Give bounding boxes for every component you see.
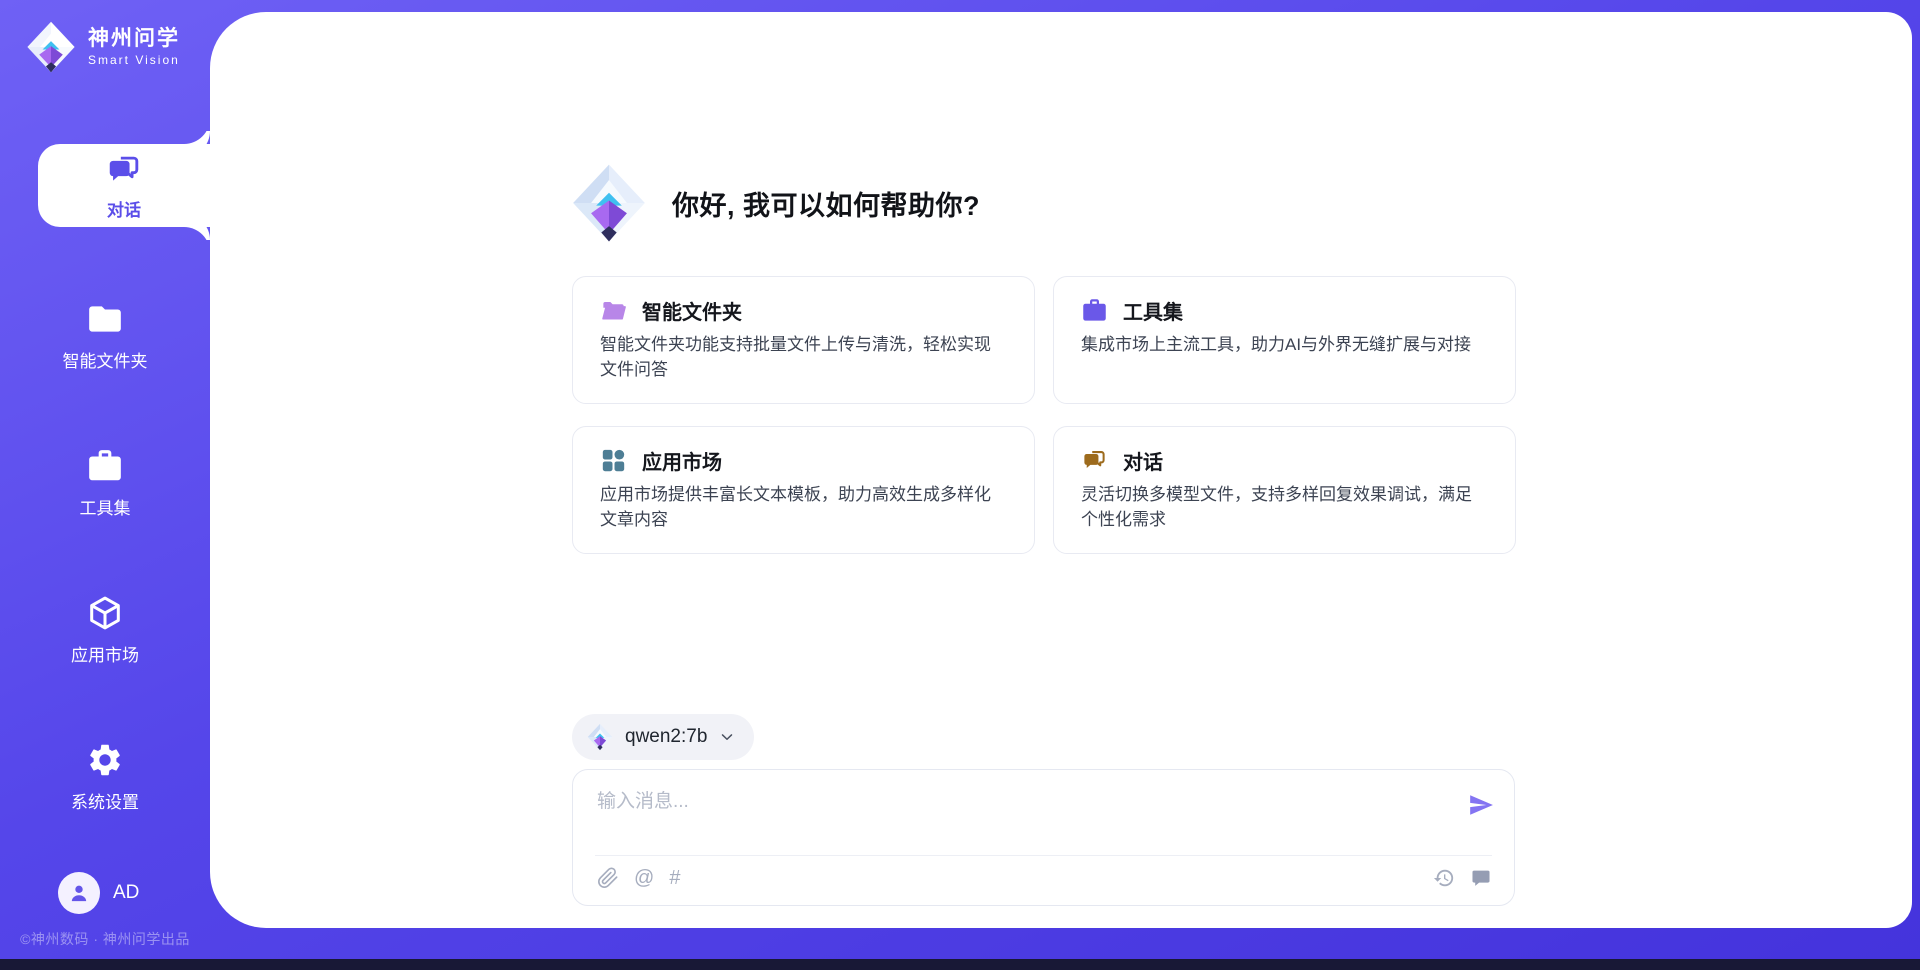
sidebar-item-smart-folder[interactable]: 智能文件夹 bbox=[0, 298, 210, 374]
person-icon bbox=[66, 880, 92, 906]
brand-subtitle: Smart Vision bbox=[88, 53, 180, 67]
card-description: 智能文件夹功能支持批量文件上传与清洗，轻松实现文件问答 bbox=[600, 333, 1007, 382]
mention-icon[interactable]: @ bbox=[634, 867, 654, 889]
chat-icon bbox=[1081, 447, 1108, 474]
sidebar-item-label: 对话 bbox=[107, 196, 141, 221]
card-app-market[interactable]: 应用市场 应用市场提供丰富长文本模板，助力高效生成多样化文章内容 bbox=[572, 426, 1035, 554]
user-initials: AD bbox=[113, 882, 139, 904]
card-title: 智能文件夹 bbox=[642, 296, 742, 325]
briefcase-icon bbox=[86, 447, 124, 485]
card-description: 集成市场上主流工具，助力AI与外界无缝扩展与对接 bbox=[1081, 333, 1488, 358]
hashtag-icon[interactable]: # bbox=[669, 867, 680, 889]
attachment-icon[interactable] bbox=[597, 867, 619, 889]
composer-divider bbox=[595, 855, 1492, 856]
card-title: 对话 bbox=[1123, 446, 1163, 475]
chat-icon bbox=[105, 151, 143, 189]
model-selector[interactable]: qwen2:7b bbox=[572, 714, 754, 760]
card-description: 灵活切换多模型文件，支持多样回复效果调试，满足个性化需求 bbox=[1081, 483, 1488, 532]
sidebar: 神州问学 Smart Vision 对话 智能文件夹 工具集 应用市场 bbox=[0, 0, 210, 970]
history-icon[interactable] bbox=[1433, 867, 1455, 889]
model-name: qwen2:7b bbox=[625, 726, 707, 748]
chevron-down-icon bbox=[718, 728, 736, 746]
greeting: 你好, 我可以如何帮助你? bbox=[568, 162, 980, 244]
card-chat[interactable]: 对话 灵活切换多模型文件，支持多样回复效果调试，满足个性化需求 bbox=[1053, 426, 1516, 554]
gear-icon bbox=[86, 741, 124, 779]
card-description: 应用市场提供丰富长文本模板，助力高效生成多样化文章内容 bbox=[600, 483, 1007, 532]
user-account-button[interactable]: AD bbox=[58, 872, 139, 914]
chat-bubble-icon[interactable] bbox=[1470, 867, 1492, 889]
footer-credit: ©神州数码 · 神州问学出品 bbox=[0, 929, 210, 949]
message-composer: @ # bbox=[572, 769, 1515, 906]
avatar bbox=[58, 872, 100, 914]
sidebar-item-app-market[interactable]: 应用市场 bbox=[0, 592, 210, 668]
sidebar-item-label: 工具集 bbox=[80, 494, 131, 519]
sidebar-item-label: 应用市场 bbox=[71, 641, 139, 666]
sidebar-item-label: 系统设置 bbox=[71, 788, 139, 813]
card-title: 工具集 bbox=[1123, 296, 1183, 325]
sidebar-item-label: 智能文件夹 bbox=[63, 347, 148, 372]
greeting-text: 你好, 我可以如何帮助你? bbox=[672, 184, 980, 223]
feature-cards: 智能文件夹 智能文件夹功能支持批量文件上传与清洗，轻松实现文件问答 工具集 集成… bbox=[572, 276, 1516, 554]
message-input[interactable] bbox=[597, 786, 1437, 844]
cube-icon bbox=[86, 594, 124, 632]
brand-diamond-icon bbox=[24, 20, 78, 74]
sidebar-item-settings[interactable]: 系统设置 bbox=[0, 739, 210, 815]
card-smart-folder[interactable]: 智能文件夹 智能文件夹功能支持批量文件上传与清洗，轻松实现文件问答 bbox=[572, 276, 1035, 404]
brand-name: 神州问学 bbox=[88, 27, 180, 51]
sidebar-item-chat[interactable]: 对话 bbox=[38, 144, 210, 227]
assistant-diamond-icon bbox=[568, 162, 650, 244]
folder-icon bbox=[86, 300, 124, 338]
model-diamond-icon bbox=[586, 723, 614, 751]
app-logo: 神州问学 Smart Vision bbox=[24, 20, 180, 74]
card-title: 应用市场 bbox=[642, 446, 722, 475]
sidebar-item-toolset[interactable]: 工具集 bbox=[0, 445, 210, 521]
send-icon[interactable] bbox=[1468, 792, 1494, 818]
bottom-window-edge bbox=[0, 959, 1920, 970]
main-panel: 你好, 我可以如何帮助你? 智能文件夹 智能文件夹功能支持批量文件上传与清洗，轻… bbox=[210, 12, 1912, 928]
card-toolset[interactable]: 工具集 集成市场上主流工具，助力AI与外界无缝扩展与对接 bbox=[1053, 276, 1516, 404]
grid-icon bbox=[600, 447, 627, 474]
folder-open-icon bbox=[600, 297, 627, 324]
briefcase-icon bbox=[1081, 297, 1108, 324]
